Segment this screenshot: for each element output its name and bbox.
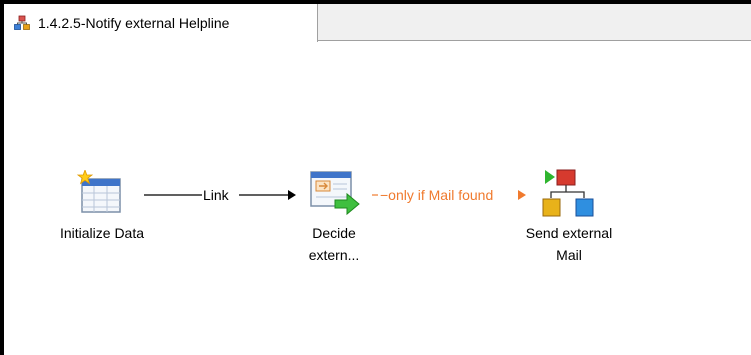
table-new-icon — [76, 168, 124, 222]
workflow-canvas: Initialize Data Link Decide extern... −o… — [4, 42, 751, 355]
node-label-send-line1: Send external — [525, 225, 613, 241]
node-send-external-mail[interactable] — [541, 168, 597, 220]
tab-notify-external-helpline[interactable]: 1.4.2.5-Notify external Helpline — [4, 4, 318, 42]
process-blocks-icon — [541, 169, 597, 224]
decision-icon — [307, 171, 363, 223]
link-label: Link — [203, 187, 229, 203]
tab-title: 1.4.2.5-Notify external Helpline — [38, 15, 230, 31]
node-label-send-line2: Mail — [556, 247, 582, 263]
node-label-decide-line1: Decide — [312, 225, 356, 241]
node-decide-external[interactable] — [307, 167, 363, 219]
node-label-decide-line2: extern... — [308, 247, 360, 263]
node-label-initialize-data: Initialize Data — [59, 225, 145, 241]
node-initialize-data[interactable] — [76, 168, 124, 218]
workflow-icon — [14, 15, 30, 31]
conditional-label: −only if Mail found — [380, 187, 494, 203]
